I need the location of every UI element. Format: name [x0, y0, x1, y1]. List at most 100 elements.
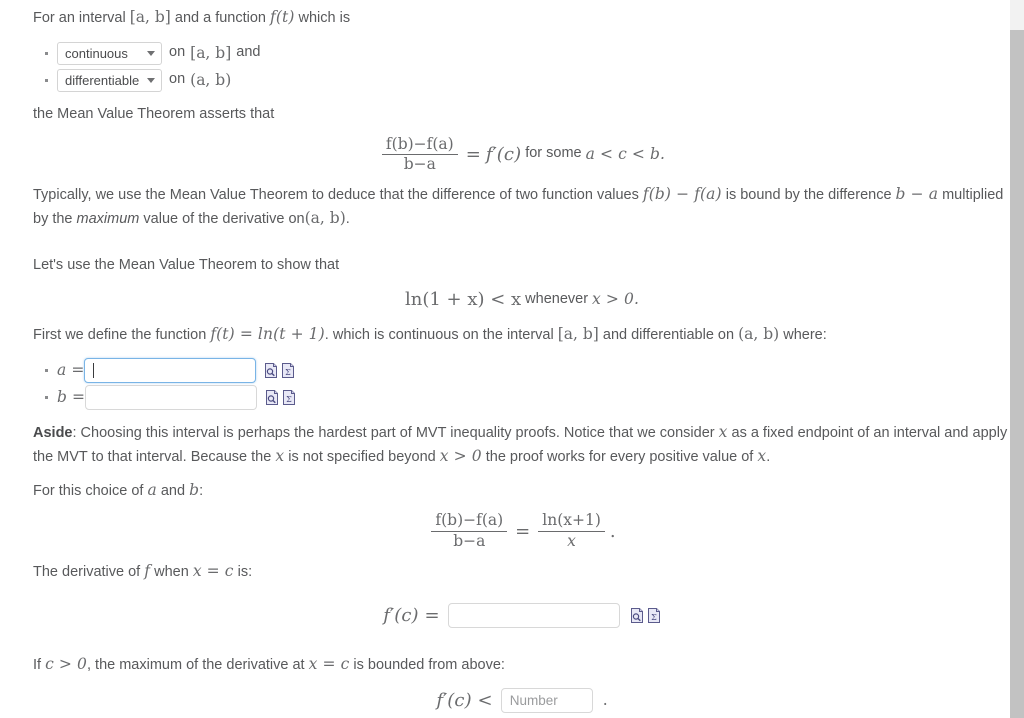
for-choice-math-a: a: [147, 480, 157, 499]
if-c-line: If c > 0, the maximum of the derivative …: [33, 653, 1010, 677]
choice-fraction-right: ln(x+1) x: [538, 512, 605, 550]
condition-1-interval: (a, b): [190, 70, 232, 89]
fprime-input-row: f′(c) = Σ: [33, 602, 1011, 629]
first-define-text-2: . which is continuous on the interval: [324, 327, 554, 344]
input-bound-number-placeholder: Number: [509, 692, 558, 708]
if-c-text-1: If: [33, 656, 42, 673]
if-c-math-1: c > 0: [45, 654, 87, 673]
mvt-equation: f(b)−f(a) b−a = f′(c) for some a < c < b…: [33, 134, 1011, 174]
intro-suffix: which is: [298, 10, 351, 26]
document-preview-icon[interactable]: [630, 607, 644, 623]
choice-right-denominator: x: [538, 530, 605, 550]
derivative-text-3: is:: [237, 564, 253, 581]
scrollbar-track-top[interactable]: [1010, 0, 1024, 30]
choice-left-numerator: f(b)−f(a): [435, 511, 504, 530]
intro-prefix: For an interval: [33, 10, 126, 26]
first-define-function: f(t) = ln(t + 1): [210, 325, 325, 344]
derivative-math-f: f: [144, 562, 151, 581]
aside-paragraph: Aside: Choosing this interval is perhaps…: [33, 421, 1010, 469]
chevron-down-icon: [147, 51, 155, 57]
goal-condition: x > 0.: [592, 290, 640, 309]
for-choice-text-1: For this choice of: [33, 482, 144, 499]
derivative-math-x-eq-c: x = c: [192, 562, 234, 581]
document-sigma-icon[interactable]: Σ: [281, 363, 295, 379]
for-choice-text-2: and: [160, 482, 186, 499]
aside-math-x-gt-0: x > 0: [439, 446, 482, 465]
label-b-equals: b =: [57, 388, 86, 407]
mvt-fraction-denominator: b−a: [381, 153, 458, 173]
typically-text-1: Typically, we use the Mean Value Theorem…: [33, 187, 639, 204]
choice-equation: f(b)−f(a) b−a = ln(x+1) x .: [33, 512, 1011, 550]
aside-text-4: the proof works for every positive value…: [485, 448, 754, 465]
function-ft: f(t): [270, 8, 295, 26]
goal-equation: ln(1 + x) < x whenever x > 0.: [33, 286, 1011, 313]
bound-label: f′(c) <: [436, 689, 493, 711]
if-c-text-2: , the maximum of the derivative at: [86, 656, 305, 673]
aside-text-1: : Choosing this interval is perhaps the …: [72, 425, 715, 442]
condition-0-on: on: [169, 44, 186, 61]
differentiability-select-value: differentiable: [65, 72, 140, 88]
input-b[interactable]: [85, 385, 258, 411]
choice-period: .: [609, 520, 616, 542]
bound-period: .: [602, 690, 608, 709]
typically-emphasis-maximum: maximum: [76, 210, 140, 227]
typically-math-b-a: b − a: [895, 185, 939, 204]
typically-math-fb-fa: f(b) − f(a): [642, 185, 722, 204]
svg-text:Σ: Σ: [651, 613, 657, 622]
input-f-prime-c[interactable]: [447, 602, 620, 628]
document-sigma-icon[interactable]: Σ: [647, 607, 661, 623]
intro-line: For an interval [a, b] and a function f(…: [33, 6, 1010, 30]
choice-equals: =: [515, 520, 531, 542]
bound-input-row: f′(c) < Number .: [33, 687, 1011, 714]
typically-text-2: is bound by the difference: [725, 187, 892, 204]
typically-text-3: multiplied: [942, 187, 1004, 204]
condition-1-on: on: [169, 71, 186, 88]
mvt-fraction-numerator: f(b)−f(a): [385, 134, 454, 153]
goal-whenever: whenever: [525, 291, 589, 308]
if-c-math-2: x = c: [308, 654, 350, 673]
input-bound-number[interactable]: Number: [500, 687, 593, 713]
differentiability-select[interactable]: differentiable: [57, 68, 162, 92]
condition-0-trailing: and: [236, 44, 261, 61]
typically-paragraph: Typically, we use the Mean Value Theorem…: [33, 183, 1010, 231]
mvt-asserts-line: the Mean Value Theorem asserts that: [33, 105, 275, 122]
typically-math-ab-open: (a, b): [304, 208, 346, 227]
label-a-equals: a =: [57, 361, 85, 380]
interval-closed-ab: [a, b]: [129, 8, 171, 26]
ab-input-row-b: b = Σ: [45, 384, 1010, 411]
aside-math-x-2: x: [275, 446, 285, 465]
ab-input-row-a: a = Σ: [45, 357, 1010, 384]
page-root: For an interval [a, b] and a function f(…: [0, 0, 1024, 718]
aside-math-x-3: x: [757, 446, 767, 465]
continuity-select-value: continuous: [65, 45, 128, 61]
continuity-select[interactable]: continuous: [57, 41, 162, 65]
first-define-interval-open: (a, b): [738, 325, 780, 344]
document-preview-icon[interactable]: [265, 390, 279, 406]
vertical-scrollbar[interactable]: [1010, 0, 1024, 718]
input-a[interactable]: [84, 358, 257, 384]
intro-mid: and a function: [174, 10, 266, 26]
typically-text-5: value of the derivative on: [143, 210, 305, 227]
condition-row-differentiable: differentiable on (a, b): [45, 67, 1010, 94]
document-preview-icon[interactable]: [264, 363, 278, 379]
for-choice-text-3: :: [199, 482, 204, 499]
for-this-choice-line: For this choice of a and b:: [33, 479, 1010, 503]
lets-use-line: Let's use the Mean Value Theorem to show…: [33, 256, 340, 273]
scrollbar-thumb[interactable]: [1010, 30, 1024, 718]
derivative-line: The derivative of f when x = c is:: [33, 560, 1010, 584]
svg-text:Σ: Σ: [286, 368, 292, 377]
document-sigma-icon[interactable]: Σ: [282, 390, 296, 406]
input-b-tools: Σ: [265, 390, 296, 406]
mvt-for-some: for some: [525, 145, 582, 162]
typically-text-6: .: [345, 210, 350, 227]
mvt-fraction: f(b)−f(a) b−a: [381, 134, 458, 174]
aside-text-5: .: [766, 448, 771, 465]
first-define-interval-closed: [a, b]: [557, 325, 599, 344]
derivative-text-1: The derivative of: [33, 564, 141, 581]
assignment-content: For an interval [a, b] and a function f(…: [0, 0, 1010, 718]
chevron-down-icon: [147, 78, 155, 84]
conditions-list: continuous on [a, b] and differentiable …: [33, 40, 1010, 94]
fprime-input-tools: Σ: [630, 607, 661, 623]
first-define-text-4: where:: [783, 327, 827, 344]
first-define-text-3: and differentiable on: [602, 327, 735, 344]
